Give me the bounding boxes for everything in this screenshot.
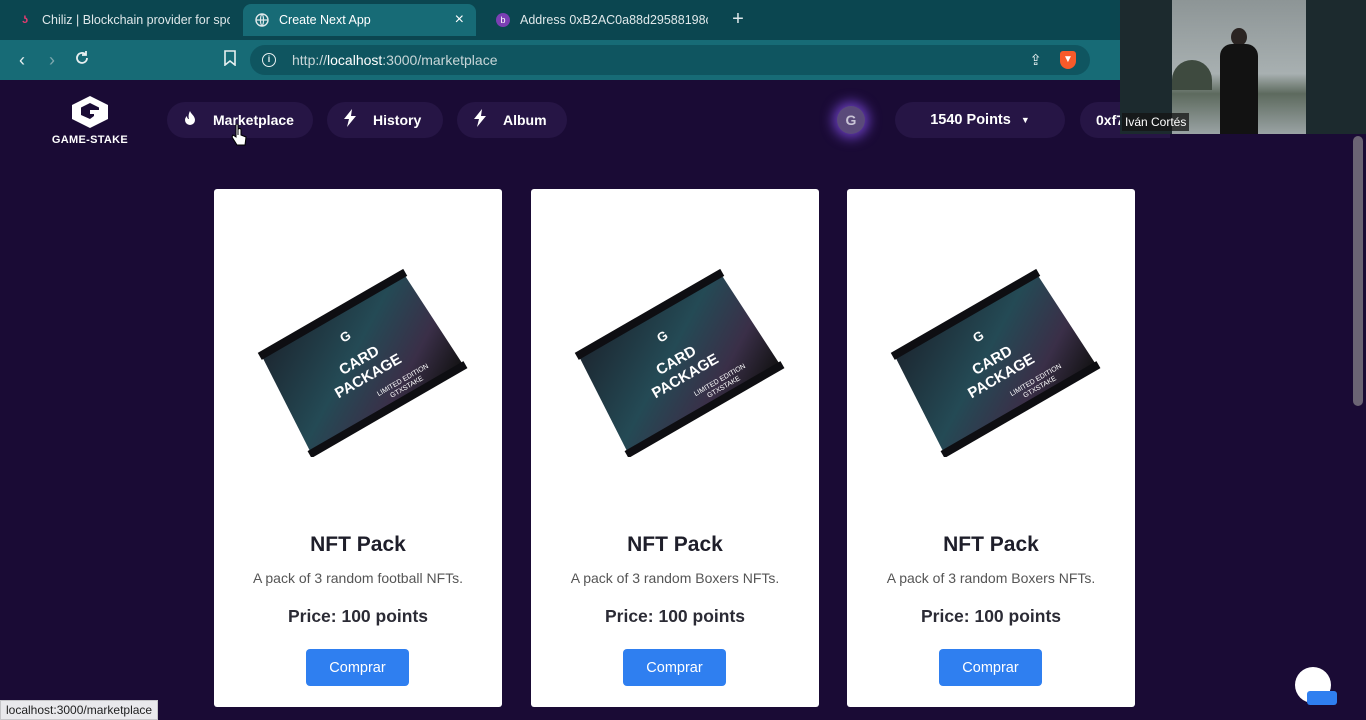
chiliz-icon: ʖ xyxy=(21,14,29,26)
mouse-cursor-icon xyxy=(231,123,247,152)
brave-shield-icon[interactable]: ▼ xyxy=(1060,51,1076,69)
logo-icon xyxy=(68,94,112,130)
product-description: A pack of 3 random Boxers NFTs. xyxy=(886,570,1096,586)
participant-body xyxy=(1220,44,1258,134)
product-price: Price: 100 points xyxy=(604,606,746,626)
caret-down-icon: ▼ xyxy=(1020,115,1030,125)
chat-widget-icon[interactable] xyxy=(1295,667,1337,705)
product-title: NFT Pack xyxy=(627,533,723,556)
chat-bubble-icon xyxy=(1307,691,1337,705)
tab-label: Chiliz | Blockchain provider for sport xyxy=(42,13,230,27)
video-call-overlay: Iván Cortés xyxy=(1120,0,1366,134)
back-icon[interactable]: ‹ xyxy=(12,50,32,70)
card-pack-image: G CARD PACKAGE LIMITED EDITION GTXSTAKE xyxy=(574,268,785,457)
nav-history[interactable]: History xyxy=(327,102,443,138)
buy-button[interactable]: Comprar xyxy=(306,649,409,686)
bolt-icon xyxy=(341,108,359,132)
card-pack-image: G CARD PACKAGE LIMITED EDITION GTXSTAKE xyxy=(890,268,1101,457)
product-title: NFT Pack xyxy=(310,533,406,556)
close-icon[interactable]: × xyxy=(455,11,464,29)
nav-album[interactable]: Album xyxy=(457,102,567,138)
points-dropdown[interactable]: 1540 Points ▼ xyxy=(895,102,1065,138)
tab-label: Address 0xB2AC0a88d29588198c2c xyxy=(520,13,708,27)
participant-name: Iván Cortés xyxy=(1122,113,1190,131)
product-price: Price: 100 points xyxy=(287,606,429,626)
url-text: http://localhost:3000/marketplace xyxy=(292,52,498,68)
token-icon: G xyxy=(837,106,865,134)
game-stake-logo[interactable]: GAME-STAKE xyxy=(46,94,134,150)
forward-icon[interactable]: › xyxy=(42,50,62,70)
tab-label: Create Next App xyxy=(279,13,371,27)
product-card: G CARD PACKAGE LIMITED EDITION GTXSTAKE … xyxy=(531,189,819,707)
explorer-icon: b xyxy=(496,13,510,27)
bolt-icon xyxy=(471,108,489,132)
points-label: 1540 Points xyxy=(930,112,1011,128)
scrollbar-thumb[interactable] xyxy=(1353,136,1363,406)
nav-label: Album xyxy=(503,112,547,128)
bookmark-icon[interactable] xyxy=(220,50,240,70)
url-field[interactable]: i http://localhost:3000/marketplace ⇪ ▼ xyxy=(250,45,1090,75)
buy-button[interactable]: Comprar xyxy=(623,649,726,686)
product-title: NFT Pack xyxy=(943,533,1039,556)
new-tab-button[interactable]: + xyxy=(728,8,748,30)
browser-tab-address[interactable]: b Address 0xB2AC0a88d29588198c2c xyxy=(484,0,720,40)
product-card: G CARD PACKAGE LIMITED EDITION GTXSTAKE … xyxy=(847,189,1135,707)
page-scrollbar[interactable] xyxy=(1350,134,1366,720)
product-description: A pack of 3 random Boxers NFTs. xyxy=(570,570,780,586)
status-bar-url: localhost:3000/marketplace xyxy=(0,700,159,720)
info-icon[interactable]: i xyxy=(262,53,276,67)
buy-button[interactable]: Comprar xyxy=(939,649,1042,686)
browser-tab-active[interactable]: Create Next App × xyxy=(243,4,476,36)
browser-tab-chiliz[interactable]: ʖ Chiliz | Blockchain provider for sport xyxy=(6,0,242,40)
reload-icon[interactable] xyxy=(72,50,92,70)
nav-label: Marketplace xyxy=(213,112,294,128)
flame-icon xyxy=(181,110,199,131)
card-pack-image: G CARD PACKAGE LIMITED EDITION GTXSTAKE xyxy=(257,268,468,457)
product-price: Price: 100 points xyxy=(920,606,1062,626)
product-description: A pack of 3 random football NFTs. xyxy=(252,570,464,586)
globe-icon xyxy=(255,13,269,27)
share-icon[interactable]: ⇪ xyxy=(1029,51,1042,69)
logo-text: GAME-STAKE xyxy=(51,134,129,146)
product-card: G CARD PACKAGE LIMITED EDITION GTXSTAKE … xyxy=(214,189,502,707)
nav-label: History xyxy=(373,112,422,128)
